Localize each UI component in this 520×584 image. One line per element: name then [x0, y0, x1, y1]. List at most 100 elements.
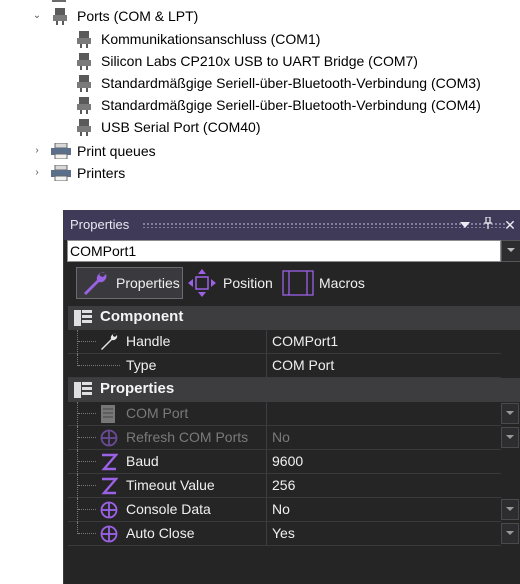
wrench-icon: [81, 270, 109, 303]
tab-label: Position: [223, 275, 273, 291]
property-value: 9600: [272, 453, 304, 469]
tree-guide: [77, 474, 78, 498]
property-row-baud[interactable]: Baud 9600: [68, 450, 520, 474]
port-connector-icon: [76, 119, 92, 142]
z-icon: [100, 477, 119, 500]
tree-guide: [78, 533, 96, 534]
property-row-type[interactable]: Type COM Port: [68, 354, 520, 378]
property-name-cell: Handle: [68, 330, 266, 354]
property-value-cell[interactable]: COMPort1: [266, 330, 501, 354]
tree-guide: [77, 426, 78, 450]
tab-properties[interactable]: Properties: [76, 267, 183, 299]
category-label: Properties: [100, 380, 175, 397]
tree-guide: [78, 461, 96, 462]
tree-guide: [78, 365, 120, 366]
tree-item-port[interactable]: Silicon Labs CP210x USB to UART Bridge (…: [0, 50, 520, 72]
tree-item-label: USB Serial Port (COM40): [101, 119, 261, 135]
dropdown-button[interactable]: [501, 499, 519, 520]
property-row-com-port[interactable]: COM Port: [68, 402, 520, 426]
property-value: 256: [272, 477, 296, 493]
z-icon: [100, 453, 119, 476]
dropdown-button[interactable]: [501, 523, 519, 544]
property-row-timeout-value[interactable]: Timeout Value 256: [68, 474, 520, 498]
tree-node-printers[interactable]: › Printers: [0, 162, 520, 184]
category-properties[interactable]: Properties: [68, 378, 520, 402]
tree-node-ports[interactable]: ⌄ Ports (COM & LPT): [0, 5, 520, 27]
drag-grip[interactable]: [142, 222, 507, 228]
partial-row-icon: [52, 0, 66, 2]
property-value-cell[interactable]: No: [266, 426, 501, 450]
property-name-cell: Baud: [68, 450, 266, 474]
dropdown-button[interactable]: [501, 403, 519, 424]
chevron-down-icon: [506, 531, 514, 535]
property-value-cell[interactable]: 9600: [266, 450, 501, 474]
category-component[interactable]: Component: [68, 306, 520, 330]
panel-title: Properties: [70, 217, 130, 232]
tab-position[interactable]: Position: [185, 267, 275, 299]
property-name: Refresh COM Ports: [126, 429, 249, 445]
property-row-auto-close[interactable]: Auto Close Yes: [68, 522, 520, 546]
property-name-cell: Type: [68, 354, 266, 378]
object-selector[interactable]: COMPort1: [67, 240, 501, 262]
device-tree: ⌄ Ports (COM & LPT) Kommunikationsanschl…: [0, 0, 520, 200]
property-name-cell: Refresh COM Ports: [68, 426, 266, 450]
printer-icon: [51, 164, 71, 187]
object-selector-dropdown[interactable]: [501, 240, 520, 262]
tree-guide: [77, 330, 78, 354]
property-value-cell[interactable]: Yes: [266, 522, 501, 546]
panel-titlebar[interactable]: Properties ✕: [64, 210, 520, 240]
property-row-refresh-com-ports[interactable]: Refresh COM Ports No: [68, 426, 520, 450]
dropdown-button[interactable]: [501, 427, 519, 448]
property-value-cell[interactable]: No: [266, 498, 501, 522]
tab-macros[interactable]: Macros: [279, 267, 369, 299]
property-row-console-data[interactable]: Console Data No: [68, 498, 520, 522]
property-name: COM Port: [126, 405, 189, 421]
tree-guide: [77, 402, 78, 426]
tree-item-label: Kommunikationsanschluss (COM1): [101, 31, 321, 47]
chevron-right-icon[interactable]: ›: [31, 167, 43, 179]
tree-guide: [77, 498, 78, 522]
property-value-cell[interactable]: [266, 402, 501, 426]
chevron-right-icon[interactable]: ›: [31, 145, 43, 157]
property-value: No: [272, 429, 290, 445]
property-name: Baud: [126, 453, 159, 469]
close-icon[interactable]: ✕: [503, 216, 517, 234]
tree-item-port[interactable]: Kommunikationsanschluss (COM1): [0, 28, 520, 50]
macro-bracket-icon: [282, 270, 314, 301]
chevron-down-icon[interactable]: ⌄: [31, 10, 43, 22]
category-stack-icon: [74, 382, 92, 403]
tree-guide: [78, 413, 96, 414]
pin-icon[interactable]: [481, 216, 495, 234]
tree-item-port[interactable]: Standardmäßgige Seriell-über-Bluetooth-V…: [0, 72, 520, 94]
tree-node-print-queues[interactable]: › Print queues: [0, 140, 520, 162]
chevron-down-icon: [506, 507, 514, 511]
property-value: No: [272, 501, 290, 517]
tree-guide: [78, 341, 96, 342]
tree-node-label: Printers: [77, 165, 126, 181]
crosshair-icon: [100, 525, 118, 548]
move-arrows-icon: [187, 268, 217, 303]
property-value: Yes: [272, 525, 295, 541]
tree-item-label: Standardmäßgige Seriell-über-Bluetooth-V…: [101, 97, 481, 113]
tab-label: Properties: [116, 275, 180, 291]
dropdown-arrow-icon[interactable]: [458, 216, 472, 234]
property-row-handle[interactable]: Handle COMPort1: [68, 330, 520, 354]
tree-item-port[interactable]: USB Serial Port (COM40): [0, 116, 520, 138]
property-name-cell: Timeout Value: [68, 474, 266, 498]
properties-panel: Properties ✕ COMPort1 Properties Positio…: [63, 210, 520, 584]
chevron-down-icon: [506, 435, 514, 439]
crosshair-icon: [100, 501, 118, 524]
tree-item-label: Standardmäßgige Seriell-über-Bluetooth-V…: [101, 75, 481, 91]
tab-label: Macros: [319, 275, 365, 291]
property-value: COM Port: [272, 357, 335, 373]
property-name: Timeout Value: [126, 477, 215, 493]
tree-item-port[interactable]: Standardmäßgige Seriell-über-Bluetooth-V…: [0, 94, 520, 116]
property-value-cell[interactable]: 256: [266, 474, 501, 498]
tree-node-label: Print queues: [77, 143, 156, 159]
property-value-cell[interactable]: COM Port: [266, 354, 501, 378]
category-stack-icon: [74, 310, 92, 331]
tree-guide: [78, 437, 96, 438]
property-name: Type: [126, 357, 157, 373]
tree-guide: [77, 450, 78, 474]
property-name-cell: Auto Close: [68, 522, 266, 546]
